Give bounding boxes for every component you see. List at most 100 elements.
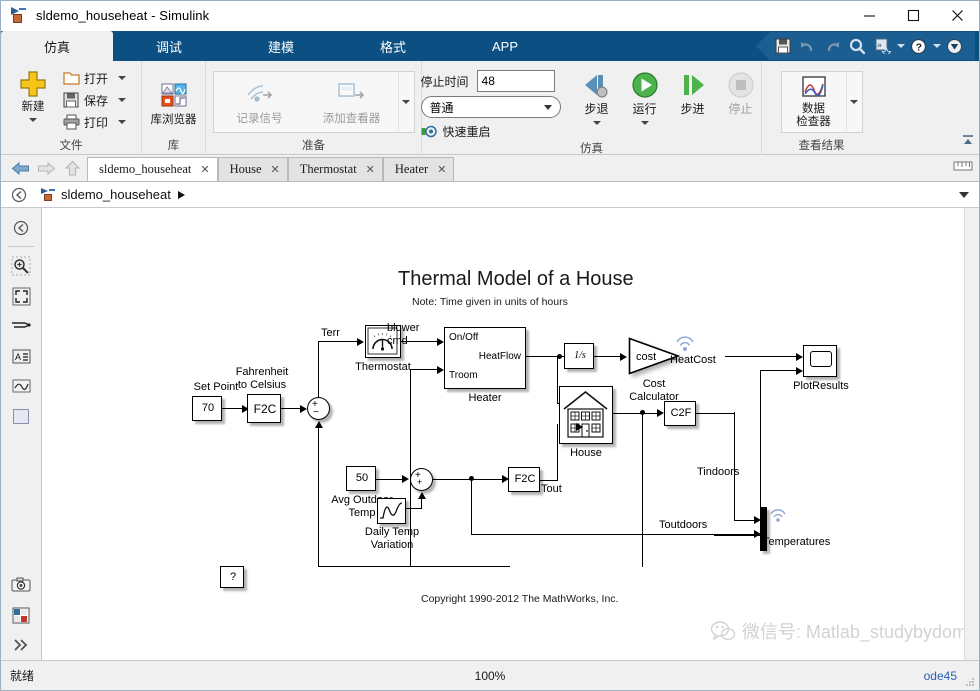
breadcrumb-back-button[interactable] <box>1 187 37 203</box>
ruler-icon[interactable] <box>953 159 973 178</box>
close-icon[interactable]: ✕ <box>437 163 446 176</box>
model-tab-sldemo-househeat[interactable]: sldemo_househeat ✕ <box>87 157 218 181</box>
nav-back-button[interactable] <box>7 156 33 180</box>
sum-error[interactable]: + − <box>307 397 330 420</box>
fast-restart-toggle[interactable]: 快速重启 <box>421 123 561 140</box>
run-caret-icon[interactable] <box>640 121 649 125</box>
help-icon[interactable]: ? <box>907 35 930 57</box>
close-icon[interactable]: ✕ <box>271 163 280 176</box>
more-icon[interactable] <box>6 630 36 660</box>
set-point-constant[interactable]: 70 <box>192 396 222 421</box>
celsius-to-fahrenheit[interactable]: C2F <box>664 401 696 426</box>
camera-icon[interactable] <box>6 570 36 600</box>
print-button[interactable]: 打印 <box>63 111 127 133</box>
arrow-icon <box>437 365 444 374</box>
block-diagram[interactable]: Thermal Model of a House Note: Time give… <box>42 208 979 660</box>
plot-results-label: PlotResults <box>793 380 849 392</box>
navigate-back-icon[interactable] <box>6 213 36 243</box>
ribbon-group-file: 新建 打开 保存 打印 文件 <box>1 61 141 155</box>
save-icon[interactable] <box>771 35 794 57</box>
outdoor-f2c[interactable]: F2C <box>508 467 540 492</box>
quick-access-toolbar: » ? <box>756 32 975 60</box>
canvas-vertical-scrollbar[interactable] <box>964 208 979 660</box>
review-overflow-caret-icon[interactable] <box>845 71 862 133</box>
step-back-button[interactable]: 步退 <box>573 65 621 125</box>
ribbon-group-review-label: 查看结果 <box>798 140 845 152</box>
nav-forward-button[interactable] <box>33 156 59 180</box>
new-dropdown-caret-icon[interactable] <box>29 118 37 122</box>
signal-routing-icon[interactable] <box>6 311 36 341</box>
arrow-icon <box>657 409 664 417</box>
tab-format[interactable]: 格式 <box>337 31 449 61</box>
fahrenheit-to-celsius[interactable]: F2C <box>247 394 281 423</box>
arrow-icon <box>576 422 583 431</box>
print-dropdown-caret-icon[interactable] <box>118 120 127 124</box>
tab-apps[interactable]: APP <box>449 31 561 61</box>
save-button[interactable]: 保存 <box>63 89 127 111</box>
maximize-button[interactable] <box>891 1 935 31</box>
wire-toutdoors-v <box>471 478 473 534</box>
prepare-overflow-caret-icon[interactable] <box>397 71 414 133</box>
status-zoom-level[interactable]: 100% <box>1 669 979 683</box>
stop-time-input[interactable]: 48 <box>476 70 555 92</box>
customize-dropdown-caret-icon[interactable] <box>895 35 906 57</box>
integrator[interactable]: 1/s <box>564 343 594 369</box>
close-button[interactable] <box>935 1 979 31</box>
heater-subsystem[interactable]: On/Off Troom HeatFlow <box>444 327 526 389</box>
resize-grip-icon[interactable] <box>965 677 975 687</box>
model-tab-thermostat[interactable]: Thermostat ✕ <box>287 157 383 181</box>
wire-heatflow <box>526 356 560 358</box>
save-icon <box>63 92 79 108</box>
help-doc-block[interactable]: ? <box>220 566 244 588</box>
open-dropdown-caret-icon[interactable] <box>118 76 127 80</box>
help-dropdown-caret-icon[interactable] <box>931 35 942 57</box>
watermark: 微信号: Matlab_studybydomi <box>710 618 971 644</box>
arrow-icon <box>620 352 627 361</box>
library-browser-button[interactable]: 库浏览器 <box>146 75 202 127</box>
area-icon[interactable] <box>6 401 36 431</box>
close-icon[interactable]: ✕ <box>366 163 375 176</box>
search-icon[interactable] <box>846 35 869 57</box>
plot-results-scope[interactable] <box>803 345 837 377</box>
step-back-caret-icon[interactable] <box>592 121 601 125</box>
signal-label-heatcost: HeatCost <box>670 354 716 366</box>
minimize-ribbon-icon[interactable] <box>943 35 966 57</box>
tab-debug[interactable]: 调试 <box>113 31 225 61</box>
tab-simulation[interactable]: 仿真 <box>1 31 113 61</box>
house-subsystem[interactable] <box>559 386 613 444</box>
model-canvas[interactable]: Thermal Model of a House Note: Time give… <box>42 208 979 660</box>
add-viewer-button[interactable]: 添加查看器 <box>306 78 398 126</box>
model-tab-heater[interactable]: Heater ✕ <box>382 157 455 181</box>
breadcrumb-dropdown-caret-icon[interactable] <box>959 191 969 198</box>
layout-icon[interactable] <box>6 600 36 630</box>
step-forward-button[interactable]: 步进 <box>669 65 717 125</box>
scope-icon[interactable] <box>6 371 36 401</box>
close-icon[interactable]: ✕ <box>200 163 209 176</box>
new-button[interactable]: 新建 <box>7 65 59 122</box>
log-signal-button[interactable]: 记录信号 <box>214 78 306 126</box>
daily-temp-variation-sine[interactable] <box>377 498 406 524</box>
simulation-mode-select[interactable]: 普通 <box>420 96 561 118</box>
open-button[interactable]: 打开 <box>63 67 127 89</box>
customize-icon[interactable]: » <box>871 35 894 57</box>
data-inspector-button[interactable]: 数据 检查器 <box>782 75 846 129</box>
collapse-ribbon-button[interactable] <box>961 133 975 152</box>
zoom-in-icon[interactable] <box>6 251 36 281</box>
run-button[interactable]: 运行 <box>621 65 669 125</box>
breadcrumb-label[interactable]: sldemo_househeat <box>61 187 171 202</box>
nav-up-button[interactable] <box>59 156 85 180</box>
up-arrow-icon <box>64 160 80 175</box>
heater-port-onoff: On/Off <box>449 332 479 343</box>
model-tab-house[interactable]: House ✕ <box>217 157 288 181</box>
status-bar: 就绪 100% ode45 <box>1 660 979 690</box>
sum-outdoor[interactable]: + + <box>410 468 433 491</box>
tab-modeling[interactable]: 建模 <box>225 31 337 61</box>
stop-button[interactable]: 停止 <box>717 65 765 125</box>
avg-outdoor-temp-constant[interactable]: 50 <box>346 466 376 491</box>
redo-icon[interactable] <box>821 35 844 57</box>
undo-icon[interactable] <box>796 35 819 57</box>
fit-to-view-icon[interactable] <box>6 281 36 311</box>
annotation-icon[interactable]: A <box>6 341 36 371</box>
minimize-button[interactable] <box>847 1 891 31</box>
save-dropdown-caret-icon[interactable] <box>118 98 127 102</box>
